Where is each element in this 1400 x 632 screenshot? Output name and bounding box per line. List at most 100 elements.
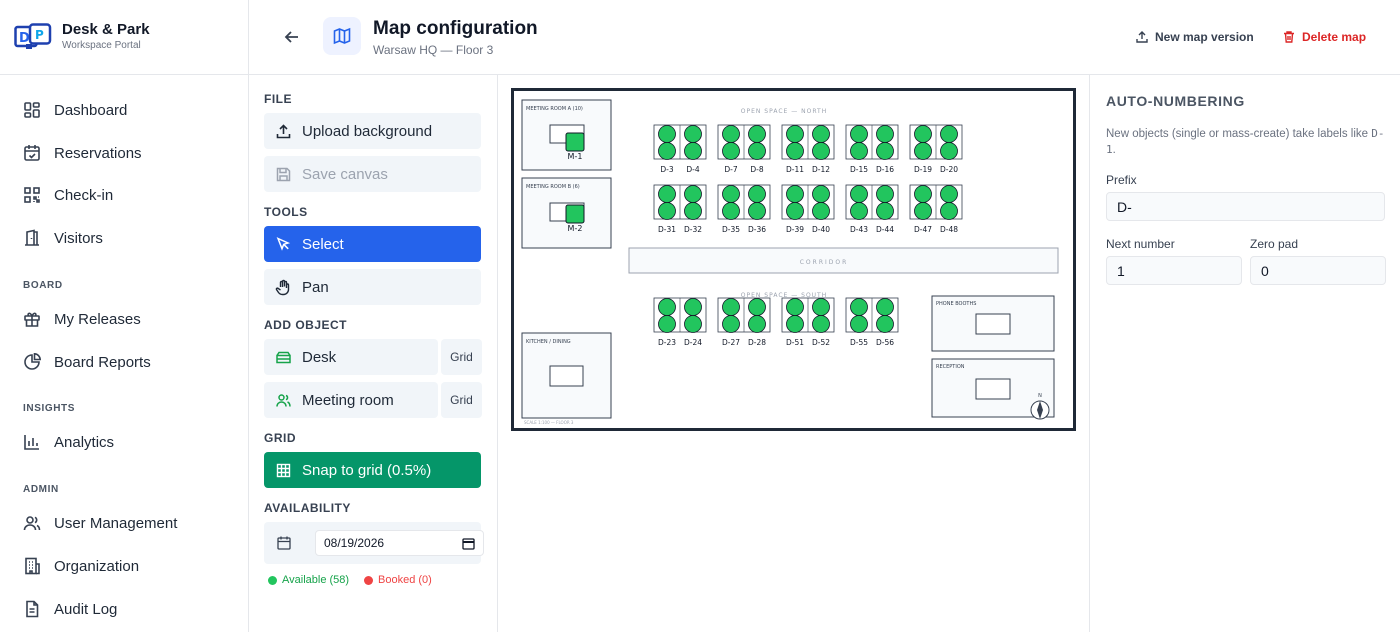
sidebar-item-user-management[interactable]: User Management xyxy=(22,510,177,536)
desk-seat-south[interactable] xyxy=(786,315,804,333)
desk-seat-north[interactable] xyxy=(940,125,958,143)
desk-seat-north[interactable] xyxy=(684,142,702,160)
sidebar-item-audit-log[interactable]: Audit Log xyxy=(22,596,117,622)
calendar-picker-icon[interactable] xyxy=(462,537,475,550)
sidebar-item-check-in[interactable]: Check-in xyxy=(22,182,113,208)
delete-map-button[interactable]: Delete map xyxy=(1282,28,1366,46)
add-meeting-room-button[interactable]: Meeting room xyxy=(264,382,438,418)
sidebar-item-visitors[interactable]: Visitors xyxy=(22,225,103,251)
desk-seat-north[interactable] xyxy=(914,142,932,160)
page-header: Map configuration Warsaw HQ — Floor 3 Ne… xyxy=(249,0,1400,75)
desk-seat-south[interactable] xyxy=(850,298,868,316)
desk-seat-north[interactable] xyxy=(658,202,676,220)
desk-seat-north[interactable] xyxy=(684,202,702,220)
auto-numbering-help: New objects (single or mass-create) take… xyxy=(1106,127,1385,156)
desk-seat-north[interactable] xyxy=(940,185,958,203)
upload-background-button[interactable]: Upload background xyxy=(264,113,481,149)
auto-numbering-panel: AUTO-NUMBERING New objects (single or ma… xyxy=(1089,75,1400,632)
desk-seat-north[interactable] xyxy=(812,185,830,203)
availability-date-input[interactable]: 08/19/2026 xyxy=(315,530,484,556)
new-map-version-button[interactable]: New map version xyxy=(1135,28,1254,46)
desk-seat-north[interactable] xyxy=(812,202,830,220)
desk-cluster: D-27 D-28 xyxy=(717,297,771,347)
desk-seat-north[interactable] xyxy=(914,202,932,220)
desk-seat-south[interactable] xyxy=(850,315,868,333)
sidebar-item-organization[interactable]: Organization xyxy=(22,553,139,579)
add-desk-button[interactable]: Desk xyxy=(264,339,438,375)
desk-seat-south[interactable] xyxy=(748,315,766,333)
next-number-input[interactable]: 1 xyxy=(1106,256,1242,285)
legend-available-label: Available (58) xyxy=(282,574,350,586)
pan-tool-label: Pan xyxy=(302,278,329,296)
room-m2-marker[interactable] xyxy=(565,204,585,224)
desk-label: D-52 xyxy=(812,338,830,347)
desk-seat-north[interactable] xyxy=(914,125,932,143)
desk-seat-south[interactable] xyxy=(786,298,804,316)
sidebar-item-dashboard[interactable]: Dashboard xyxy=(22,97,127,123)
desk-cluster: D-55 D-56 xyxy=(845,297,899,347)
sidebar-item-my-releases[interactable]: My Releases xyxy=(22,306,141,332)
desk-seat-north[interactable] xyxy=(786,125,804,143)
desk-seat-north[interactable] xyxy=(786,142,804,160)
desk-seat-north[interactable] xyxy=(722,125,740,143)
select-tool-button[interactable]: Select xyxy=(264,226,481,262)
open-space-north-label: OPEN SPACE — NORTH xyxy=(741,108,827,115)
desk-seat-north[interactable] xyxy=(748,202,766,220)
floorplan-canvas[interactable]: MEETING ROOM A (10) M-1 MEETING ROOM B (… xyxy=(511,88,1076,431)
desk-seat-north[interactable] xyxy=(850,125,868,143)
desk-seat-north[interactable] xyxy=(684,185,702,203)
sidebar-item-analytics[interactable]: Analytics xyxy=(22,429,114,455)
desk-seat-south[interactable] xyxy=(658,315,676,333)
desk-seat-south[interactable] xyxy=(812,315,830,333)
desk-seat-south[interactable] xyxy=(722,315,740,333)
desk-seat-south[interactable] xyxy=(876,315,894,333)
desk-seat-north[interactable] xyxy=(658,125,676,143)
prefix-input[interactable]: D- xyxy=(1106,192,1385,221)
desk-seat-north[interactable] xyxy=(722,202,740,220)
desk-seat-north[interactable] xyxy=(940,202,958,220)
desk-seat-south[interactable] xyxy=(876,298,894,316)
sidebar-item-reservations[interactable]: Reservations xyxy=(22,140,142,166)
desk-seat-south[interactable] xyxy=(722,298,740,316)
desk-seat-north[interactable] xyxy=(722,185,740,203)
desk-seat-north[interactable] xyxy=(786,202,804,220)
desk-seat-north[interactable] xyxy=(658,142,676,160)
desk-seat-north[interactable] xyxy=(684,125,702,143)
desk-seat-north[interactable] xyxy=(658,185,676,203)
desk-seat-north[interactable] xyxy=(748,125,766,143)
meeting-room-grid-button[interactable]: Grid xyxy=(441,382,482,418)
room-m1-marker[interactable] xyxy=(565,132,585,152)
desk-layer: D-3 D-4 D-31 D-32 D-23 D-24 D-7 D-8 D-35 D-36 D-27… xyxy=(653,124,963,347)
zero-pad-input[interactable]: 0 xyxy=(1250,256,1386,285)
desk-seat-north[interactable] xyxy=(850,202,868,220)
snap-to-grid-toggle[interactable]: Snap to grid (0.5%) xyxy=(264,452,481,488)
desk-seat-north[interactable] xyxy=(914,185,932,203)
sidebar-item-board-reports[interactable]: Board Reports xyxy=(22,349,151,375)
desk-seat-south[interactable] xyxy=(658,298,676,316)
desk-seat-north[interactable] xyxy=(876,125,894,143)
calendar-check-icon xyxy=(24,145,40,161)
save-canvas-button[interactable]: Save canvas xyxy=(264,156,481,192)
desk-seat-north[interactable] xyxy=(812,125,830,143)
desk-seat-south[interactable] xyxy=(684,298,702,316)
sidebar-item-label: Reservations xyxy=(54,144,142,162)
desk-seat-south[interactable] xyxy=(812,298,830,316)
section-add-object: ADD OBJECT xyxy=(264,318,348,332)
back-arrow-icon[interactable] xyxy=(282,27,302,47)
desk-label: D-32 xyxy=(684,225,702,234)
desk-seat-north[interactable] xyxy=(850,185,868,203)
desk-seat-north[interactable] xyxy=(850,142,868,160)
desk-seat-north[interactable] xyxy=(812,142,830,160)
desk-seat-north[interactable] xyxy=(940,142,958,160)
desk-seat-north[interactable] xyxy=(748,142,766,160)
desk-seat-south[interactable] xyxy=(684,315,702,333)
desk-grid-button[interactable]: Grid xyxy=(441,339,482,375)
pan-tool-button[interactable]: Pan xyxy=(264,269,481,305)
desk-seat-north[interactable] xyxy=(876,185,894,203)
desk-seat-south[interactable] xyxy=(748,298,766,316)
desk-seat-north[interactable] xyxy=(722,142,740,160)
desk-seat-north[interactable] xyxy=(748,185,766,203)
desk-seat-north[interactable] xyxy=(876,142,894,160)
desk-seat-north[interactable] xyxy=(876,202,894,220)
desk-seat-north[interactable] xyxy=(786,185,804,203)
